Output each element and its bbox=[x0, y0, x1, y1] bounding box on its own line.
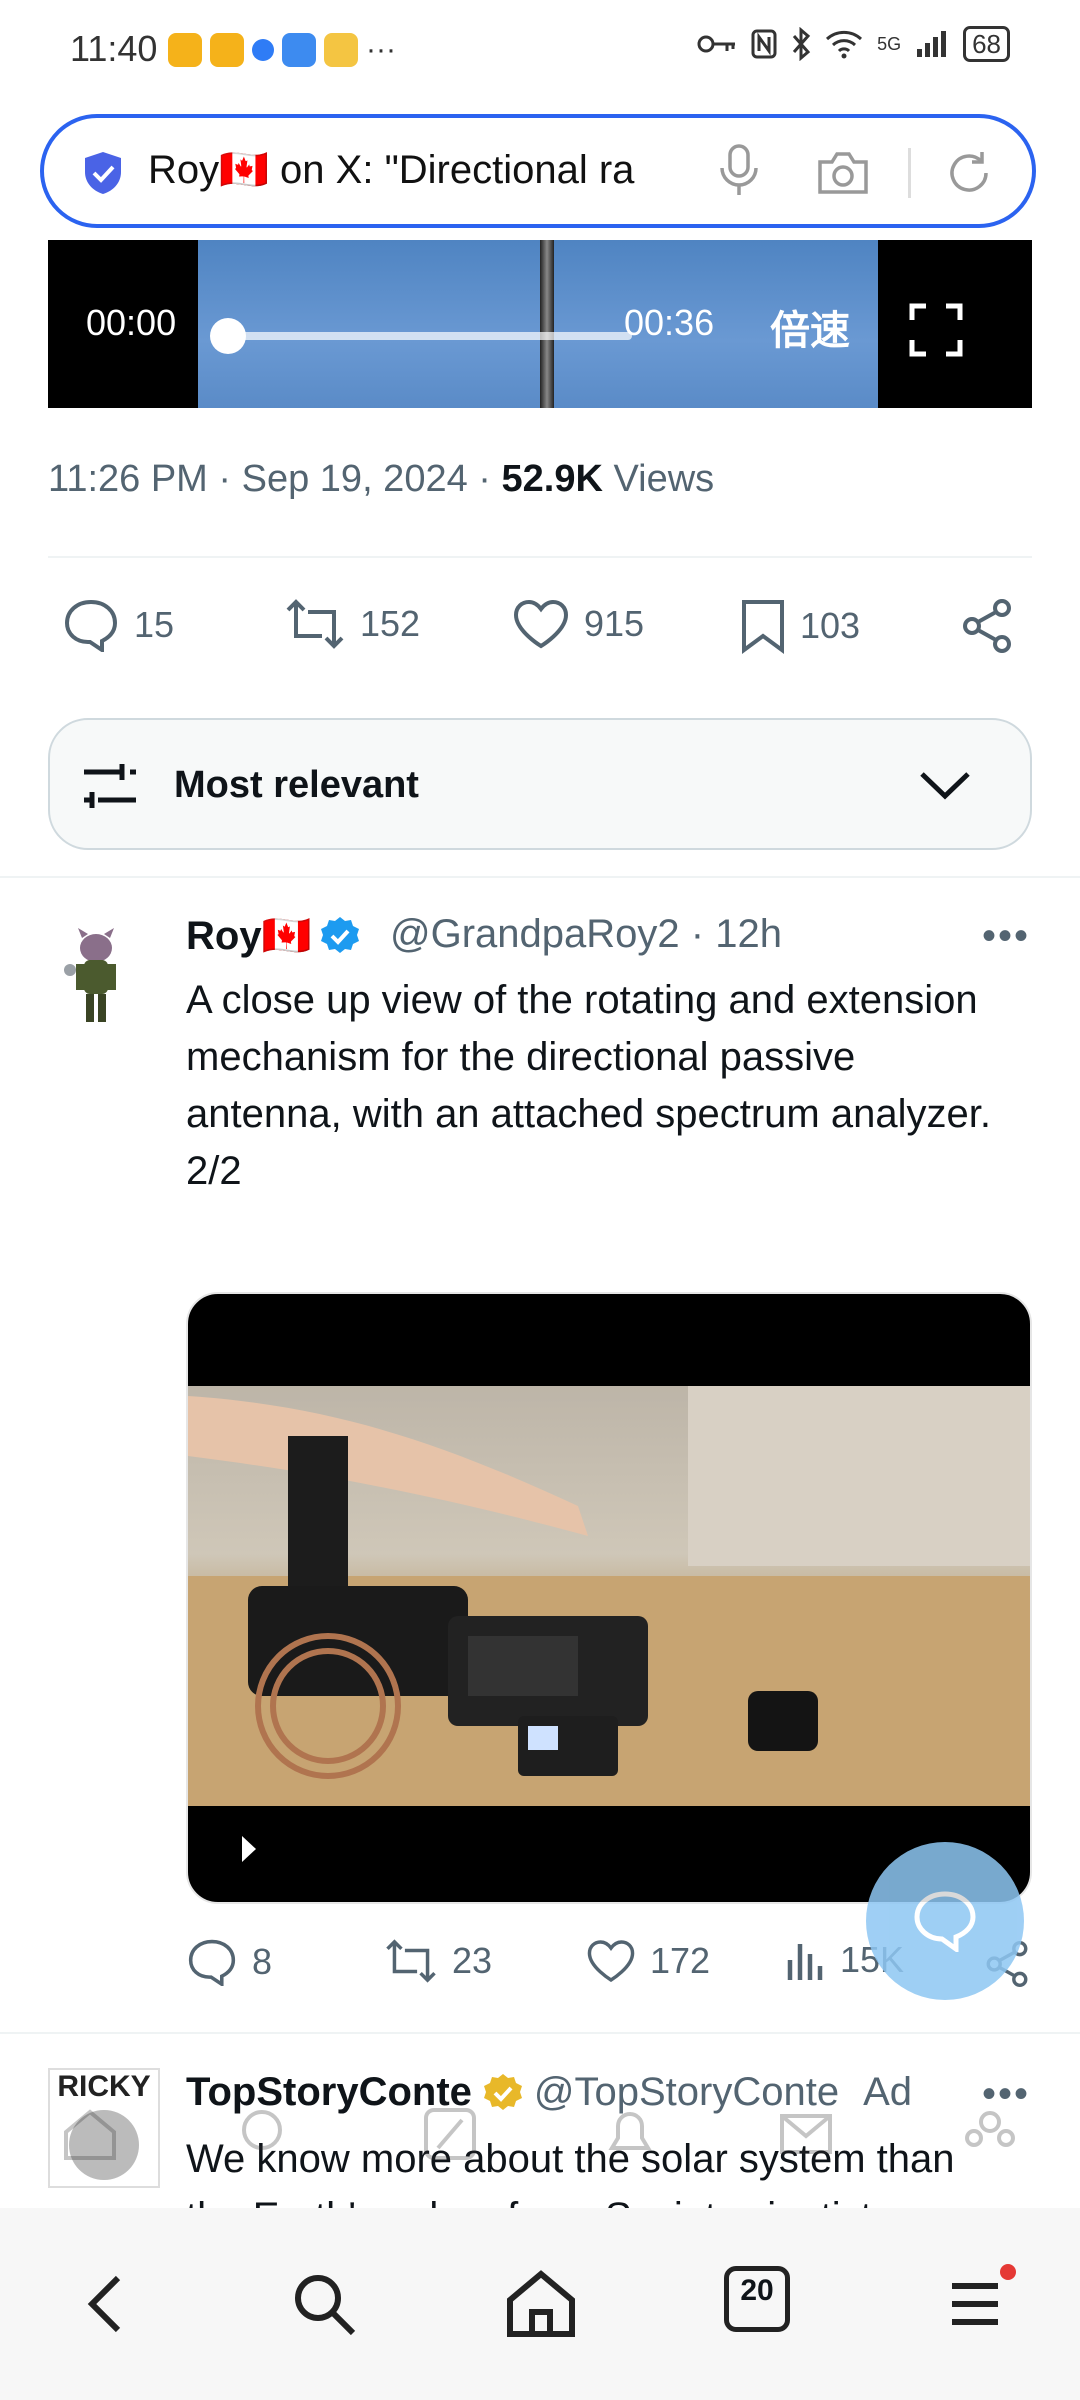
next-tweet[interactable]: RICKY TopStoryConte @TopStoryConte Ad ••… bbox=[0, 2040, 1080, 2210]
author-handle[interactable]: @GrandpaRoy2 · 12h bbox=[390, 912, 782, 957]
bluetooth-icon bbox=[792, 27, 811, 61]
grok-icon bbox=[424, 2108, 476, 2160]
like-button[interactable]: 915 bbox=[512, 598, 644, 650]
bookmark-icon bbox=[742, 600, 784, 654]
back-icon[interactable] bbox=[80, 2272, 130, 2336]
avatar[interactable] bbox=[56, 920, 136, 1030]
heart-icon bbox=[513, 599, 569, 649]
repost-button[interactable]: 152 bbox=[284, 598, 420, 650]
status-time: 11:40 bbox=[70, 28, 158, 69]
tweet-text: A close up view of the rotating and exte… bbox=[186, 972, 1006, 1200]
repost-button[interactable]: 23 bbox=[384, 1938, 492, 1984]
like-button[interactable]: 172 bbox=[586, 1938, 710, 1984]
divider bbox=[0, 876, 1080, 878]
app-icon bbox=[252, 39, 274, 61]
x-tab-bar-overlay bbox=[0, 2090, 1080, 2210]
repost-icon bbox=[386, 1939, 436, 1983]
video-player[interactable]: 00:00 00:36 倍速 bbox=[48, 240, 1032, 408]
chat-bubble-icon bbox=[914, 1891, 976, 1952]
app-icon bbox=[324, 33, 358, 67]
weibo-icon bbox=[210, 33, 244, 67]
tweet-meta: 11:26 PM · Sep 19, 2024 · 52.9K Views bbox=[48, 458, 715, 500]
repost-count: 152 bbox=[360, 603, 421, 644]
like-count: 172 bbox=[650, 1940, 711, 1981]
reply-count: 15 bbox=[134, 604, 175, 645]
more-options-button[interactable]: ••• bbox=[982, 914, 1030, 959]
analytics-icon bbox=[787, 1944, 823, 1980]
reply-icon bbox=[188, 1939, 236, 1986]
home-icon bbox=[64, 2109, 116, 2160]
reload-icon[interactable] bbox=[944, 148, 994, 198]
repost-icon bbox=[286, 599, 344, 649]
share-icon bbox=[963, 599, 1011, 653]
share-button[interactable] bbox=[960, 598, 1014, 654]
browser-bottom-nav: 20 bbox=[0, 2208, 1080, 2400]
views-count: 52.9K bbox=[501, 458, 603, 500]
signal-icon bbox=[917, 31, 947, 57]
menu-icon[interactable] bbox=[950, 2280, 1000, 2328]
like-count: 915 bbox=[584, 603, 645, 644]
seek-handle[interactable] bbox=[210, 318, 246, 354]
reply-icon bbox=[64, 599, 118, 652]
tweet-time: 11:26 PM bbox=[48, 458, 208, 500]
tweet-age: 12h bbox=[715, 912, 782, 956]
more-icon: ··· bbox=[366, 33, 396, 66]
bell-icon bbox=[608, 2112, 652, 2150]
video-frame-object bbox=[540, 240, 554, 408]
playback-speed-button[interactable]: 倍速 bbox=[770, 298, 850, 356]
search-icon[interactable] bbox=[290, 2270, 358, 2338]
seek-bar[interactable] bbox=[226, 332, 632, 340]
divider bbox=[908, 148, 911, 198]
communities-icon bbox=[965, 2111, 1015, 2147]
sliders-icon bbox=[84, 764, 136, 808]
wifi-icon bbox=[826, 30, 863, 59]
battery-indicator: 68 bbox=[963, 26, 1010, 62]
nfc-icon bbox=[751, 29, 777, 59]
network-label: 5G bbox=[877, 33, 902, 54]
notification-dot bbox=[1000, 2264, 1016, 2280]
camera-icon[interactable] bbox=[816, 148, 870, 196]
fullscreen-icon[interactable] bbox=[908, 302, 964, 358]
reply-count: 8 bbox=[252, 1941, 273, 1982]
verified-icon bbox=[321, 916, 360, 953]
thread-index: 2/2 bbox=[186, 1149, 242, 1193]
reply-sort-dropdown[interactable]: Most relevant bbox=[48, 718, 1032, 850]
address-bar[interactable]: Roy🇨🇦 on X: "Directional ra bbox=[40, 114, 1036, 228]
heart-icon bbox=[587, 1940, 635, 1982]
sort-label: Most relevant bbox=[174, 764, 419, 806]
repost-count: 23 bbox=[452, 1940, 493, 1981]
current-time: 00:00 bbox=[86, 302, 177, 343]
mail-icon bbox=[780, 2114, 832, 2154]
status-bar: 11:40 ··· 5G 68 bbox=[0, 0, 1080, 100]
author-name[interactable]: Roy🇨🇦 bbox=[186, 912, 361, 959]
views-label: Views bbox=[613, 458, 715, 500]
notification-icons: ··· bbox=[168, 30, 396, 70]
reply-button[interactable]: 15 bbox=[62, 598, 174, 652]
page-title[interactable]: Roy🇨🇦 on X: "Directional ra bbox=[148, 146, 718, 193]
chevron-down-icon bbox=[920, 772, 970, 800]
divider bbox=[0, 2032, 1080, 2034]
play-icon[interactable] bbox=[238, 1834, 258, 1864]
shield-icon bbox=[85, 152, 121, 194]
key-icon bbox=[697, 35, 736, 53]
status-right: 5G 68 bbox=[697, 26, 1010, 62]
reply-button[interactable]: 8 bbox=[186, 1938, 272, 1986]
microphone-icon[interactable] bbox=[714, 142, 764, 198]
tweet-date: Sep 19, 2024 bbox=[241, 458, 468, 500]
app-icon bbox=[282, 33, 316, 67]
home-icon[interactable] bbox=[504, 2268, 578, 2338]
search-icon bbox=[242, 2110, 282, 2150]
video-frame bbox=[188, 1386, 1030, 1806]
bookmark-button[interactable]: 103 bbox=[740, 598, 860, 654]
tabs-button[interactable]: 20 bbox=[724, 2266, 790, 2332]
bookmark-count: 103 bbox=[800, 605, 861, 646]
weibo-icon bbox=[168, 33, 202, 67]
divider bbox=[48, 556, 1032, 558]
duration: 00:36 bbox=[624, 302, 715, 343]
compose-reply-button[interactable] bbox=[866, 1842, 1024, 2000]
tweet-video[interactable] bbox=[186, 1292, 1032, 1904]
tab-count: 20 bbox=[740, 2274, 774, 2307]
